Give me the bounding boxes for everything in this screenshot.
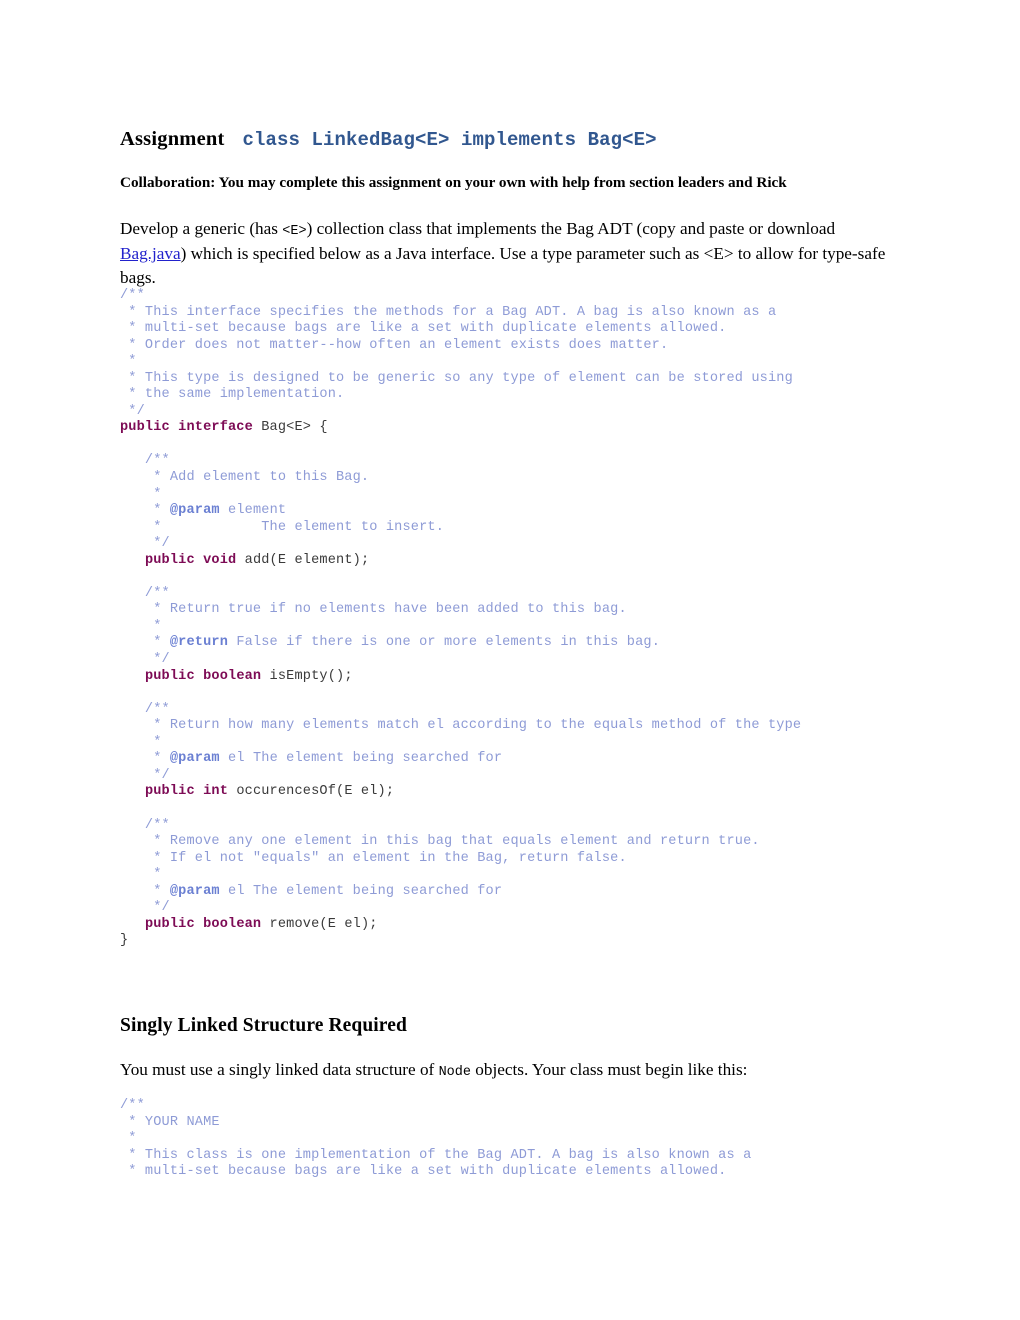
intro-text-1: Develop a generic (has (120, 219, 283, 239)
section2-text-2: objects. Your class must begin like this… (470, 1060, 748, 1079)
intro-paragraph: Develop a generic (has <E>) collection c… (120, 217, 898, 289)
interface-code-listing: /** * This interface specifies the metho… (120, 288, 802, 949)
bag-java-link[interactable]: Bag.java (120, 244, 181, 263)
intro-inline-code-1: <E> (282, 224, 307, 240)
page-title: Assignment class LinkedBag<E> implements … (120, 118, 900, 150)
document-page: Assignment class LinkedBag<E> implements … (0, 0, 1020, 1320)
class-code-listing: /** * YOUR NAME * * This class is one im… (120, 1098, 752, 1180)
section2-text-1: You must use a singly linked data struct… (120, 1060, 439, 1079)
intro-text-3: ) which is specified below as a Java int… (120, 244, 886, 287)
interface-code-block: /** * This interface specifies the metho… (120, 288, 801, 950)
section-heading-singly-linked: Singly Linked Structure Required (120, 1015, 407, 1036)
collaboration-note: Collaboration: You may complete this ass… (120, 174, 787, 191)
intro-text-2: ) collection class that implements the B… (306, 219, 836, 239)
page-title-label: Assignment (120, 128, 225, 150)
page-title-code: class LinkedBag<E> implements Bag<E> (242, 129, 657, 151)
class-code-block: /** * YOUR NAME * * This class is one im… (120, 1098, 751, 1181)
section2-inline-code-node: Node (438, 1065, 471, 1080)
section2-paragraph: You must use a singly linked data struct… (120, 1058, 747, 1083)
